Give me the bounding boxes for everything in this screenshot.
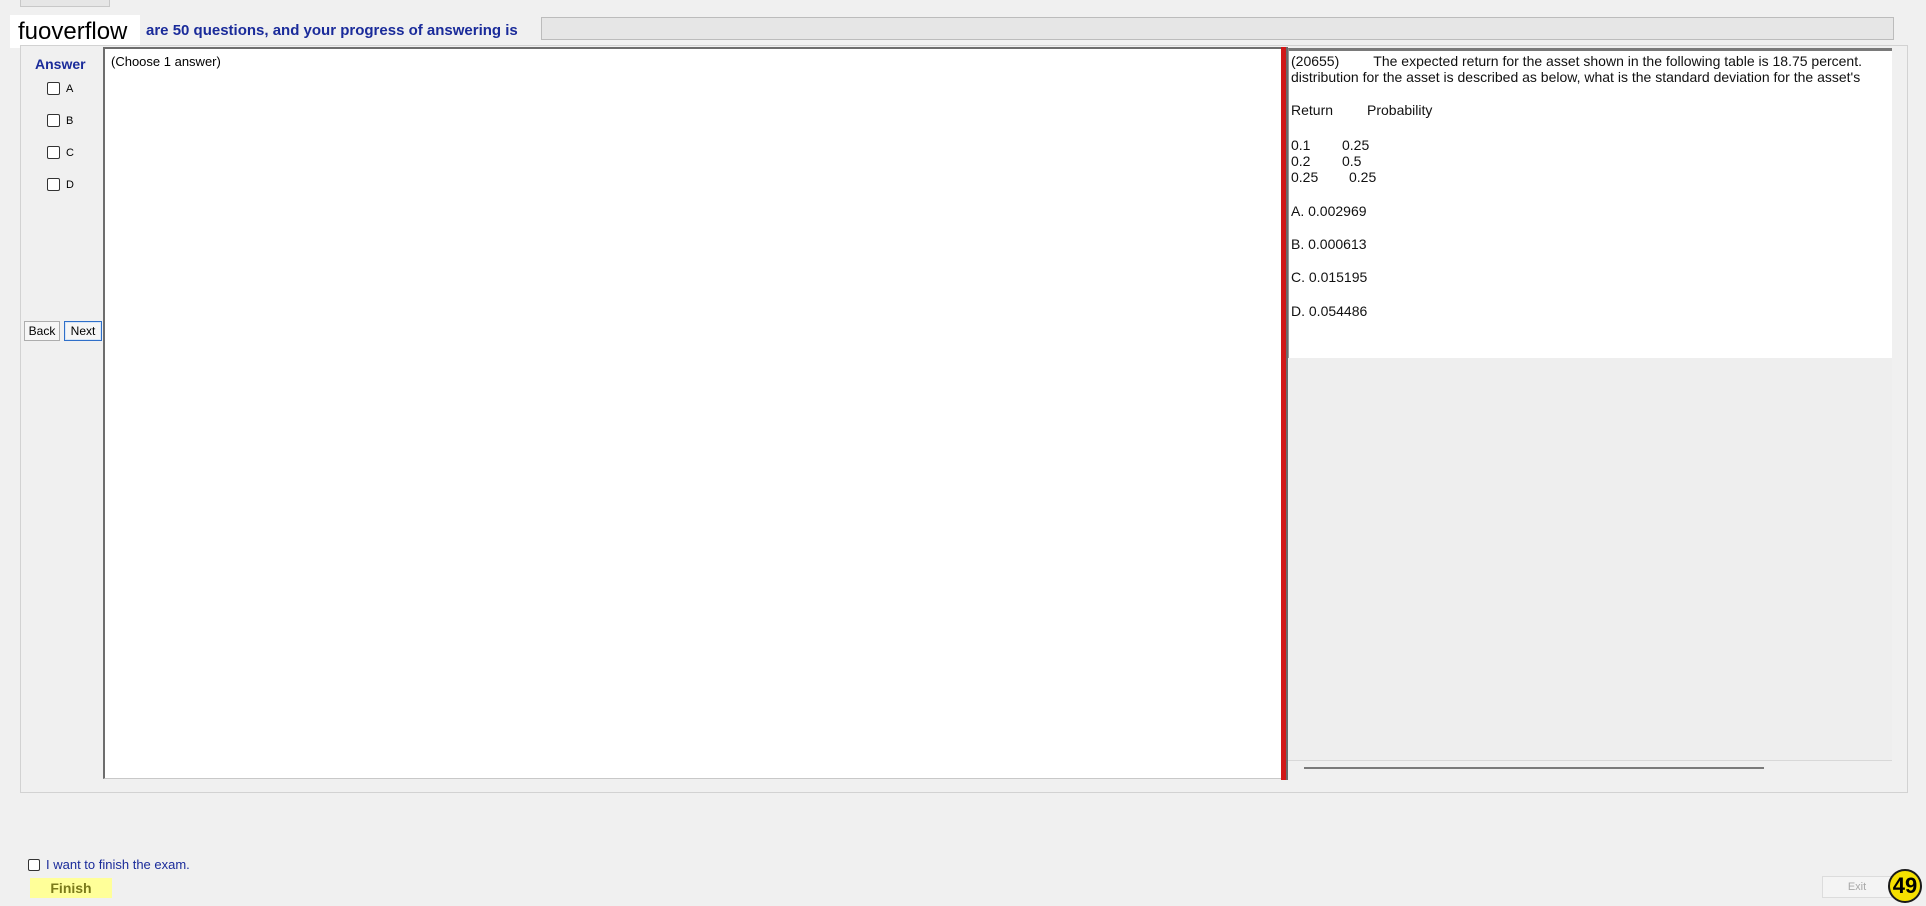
option-a[interactable]: A: [47, 82, 73, 95]
table-cell-return: 0.2: [1291, 153, 1311, 169]
progress-label: are 50 questions, and your progress of a…: [146, 22, 518, 39]
option-d[interactable]: D: [47, 178, 74, 191]
option-a-checkbox[interactable]: [47, 82, 60, 95]
finish-confirm-label: I want to finish the exam.: [46, 857, 190, 872]
option-b-label: B: [66, 114, 74, 127]
question-lower-area: [1288, 358, 1892, 760]
question-id: (20655): [1291, 53, 1340, 69]
option-d-checkbox[interactable]: [47, 178, 60, 191]
finish-confirm-checkbox[interactable]: [28, 858, 40, 871]
option-d-label: D: [66, 178, 74, 191]
option-c-checkbox[interactable]: [47, 146, 60, 159]
choice-a: A. 0.002969: [1291, 203, 1367, 219]
answer-panel: Answer A B C D Back Next: [22, 48, 102, 778]
finish-confirm[interactable]: I want to finish the exam.: [28, 857, 190, 872]
question-text-1: The expected return for the asset shown …: [1373, 53, 1863, 69]
lower-divider: [1288, 760, 1892, 761]
choice-c: C. 0.015195: [1291, 269, 1368, 285]
table-cell-probability: 0.5: [1342, 153, 1362, 169]
progress-bar: [541, 17, 1894, 40]
window-tab: [20, 0, 110, 7]
table-cell-return: 0.1: [1291, 137, 1311, 153]
option-a-label: A: [66, 82, 74, 95]
table-header-return: Return: [1291, 102, 1334, 118]
option-b-checkbox[interactable]: [47, 114, 60, 127]
question-panel: (20655) The expected return for the asset…: [1288, 48, 1892, 358]
option-b[interactable]: B: [47, 114, 73, 127]
horizontal-scrollbar[interactable]: [1304, 767, 1764, 769]
answer-hint: (Choose 1 answer): [111, 54, 221, 69]
question-line-1: (20655) The expected return for the asset…: [1291, 53, 1862, 69]
answer-title: Answer: [35, 56, 86, 72]
answer-area[interactable]: (Choose 1 answer): [103, 47, 1282, 779]
finish-button[interactable]: Finish: [30, 878, 112, 898]
exit-button[interactable]: Exit: [1822, 876, 1892, 898]
table-cell-probability: 0.25: [1342, 137, 1370, 153]
brand-logo: fuoverflow: [10, 15, 140, 48]
next-button[interactable]: Next: [64, 321, 102, 341]
table-header-probability: Probability: [1367, 102, 1433, 118]
back-button[interactable]: Back: [24, 321, 60, 341]
choice-b: B. 0.000613: [1291, 236, 1367, 252]
option-c-label: C: [66, 146, 74, 159]
question-number-badge: 49: [1888, 869, 1922, 903]
choice-d: D. 0.054486: [1291, 303, 1368, 319]
question-text-2: distribution for the asset is described …: [1291, 69, 1861, 85]
option-c[interactable]: C: [47, 146, 74, 159]
table-cell-return: 0.25: [1291, 169, 1319, 185]
table-cell-probability: 0.25: [1349, 169, 1377, 185]
